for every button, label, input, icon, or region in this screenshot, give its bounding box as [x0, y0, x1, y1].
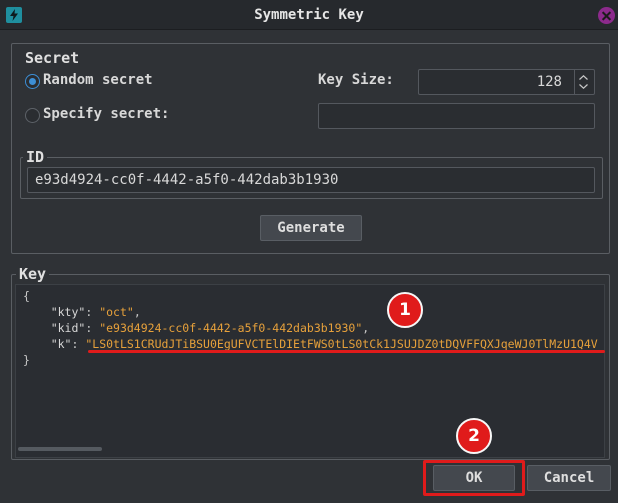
key-size-value: 128: [536, 74, 562, 90]
chevron-up-icon[interactable]: [579, 75, 588, 80]
id-group-title: ID: [23, 149, 48, 165]
json-value-k: "LS0tLS1CRUdJTiBSU0EgUFVCTElDIEtFWS0tLS0…: [85, 337, 598, 351]
cancel-button[interactable]: Cancel: [527, 465, 611, 491]
json-value-kty: "oct": [99, 305, 134, 319]
highlight-underline: [88, 350, 605, 353]
specify-secret-label[interactable]: Specify secret:: [43, 104, 169, 124]
json-line-kid: "kid": "e93d4924-cc0f-4442-a5f0-442dab3b…: [23, 321, 370, 335]
json-line-k: "k": "LS0tLS1CRUdJTiBSU0EgUFVCTElDIEtFWS…: [23, 337, 598, 351]
json-value-kid: "e93d4924-cc0f-4442-a5f0-442dab3b1930": [99, 321, 363, 335]
key-json-editor[interactable]: { "kty": "oct", "kid": "e93d4924-cc0f-44…: [15, 284, 605, 458]
json-sep: :: [71, 337, 86, 351]
specify-secret-input[interactable]: [318, 103, 595, 129]
json-sep: :: [85, 321, 100, 335]
json-comma: ,: [362, 321, 370, 335]
json-open-brace: {: [23, 289, 30, 303]
id-field[interactable]: e93d4924-cc0f-4442-a5f0-442dab3b1930: [27, 167, 595, 193]
key-size-spinbox[interactable]: 128: [418, 69, 595, 95]
json-comma: ,: [133, 305, 141, 319]
json-line-kty: "kty": "oct",: [23, 305, 141, 319]
step-badge-1: 1: [387, 292, 423, 328]
json-key-kid: "kid": [50, 321, 86, 335]
highlight-box: [423, 460, 525, 496]
json-close-brace: }: [23, 353, 30, 367]
specify-secret-radio[interactable]: [25, 108, 40, 123]
key-size-label: Key Size:: [318, 72, 394, 88]
random-secret-radio[interactable]: [25, 74, 40, 89]
json-key-kty: "kty": [50, 305, 86, 319]
step-badge-2: 2: [456, 418, 492, 454]
json-key-k: "k": [50, 337, 72, 351]
generate-button[interactable]: Generate: [260, 215, 362, 241]
window-title: Symmetric Key: [254, 7, 364, 23]
spinbox-arrows[interactable]: [574, 70, 594, 94]
random-secret-label[interactable]: Random secret: [43, 70, 153, 90]
horizontal-scrollbar[interactable]: [18, 447, 102, 451]
close-icon[interactable]: [598, 7, 615, 24]
key-group-title: Key: [16, 266, 50, 282]
secret-group-title: Secret: [22, 50, 83, 66]
chevron-down-icon[interactable]: [579, 84, 588, 89]
json-sep: :: [85, 305, 100, 319]
